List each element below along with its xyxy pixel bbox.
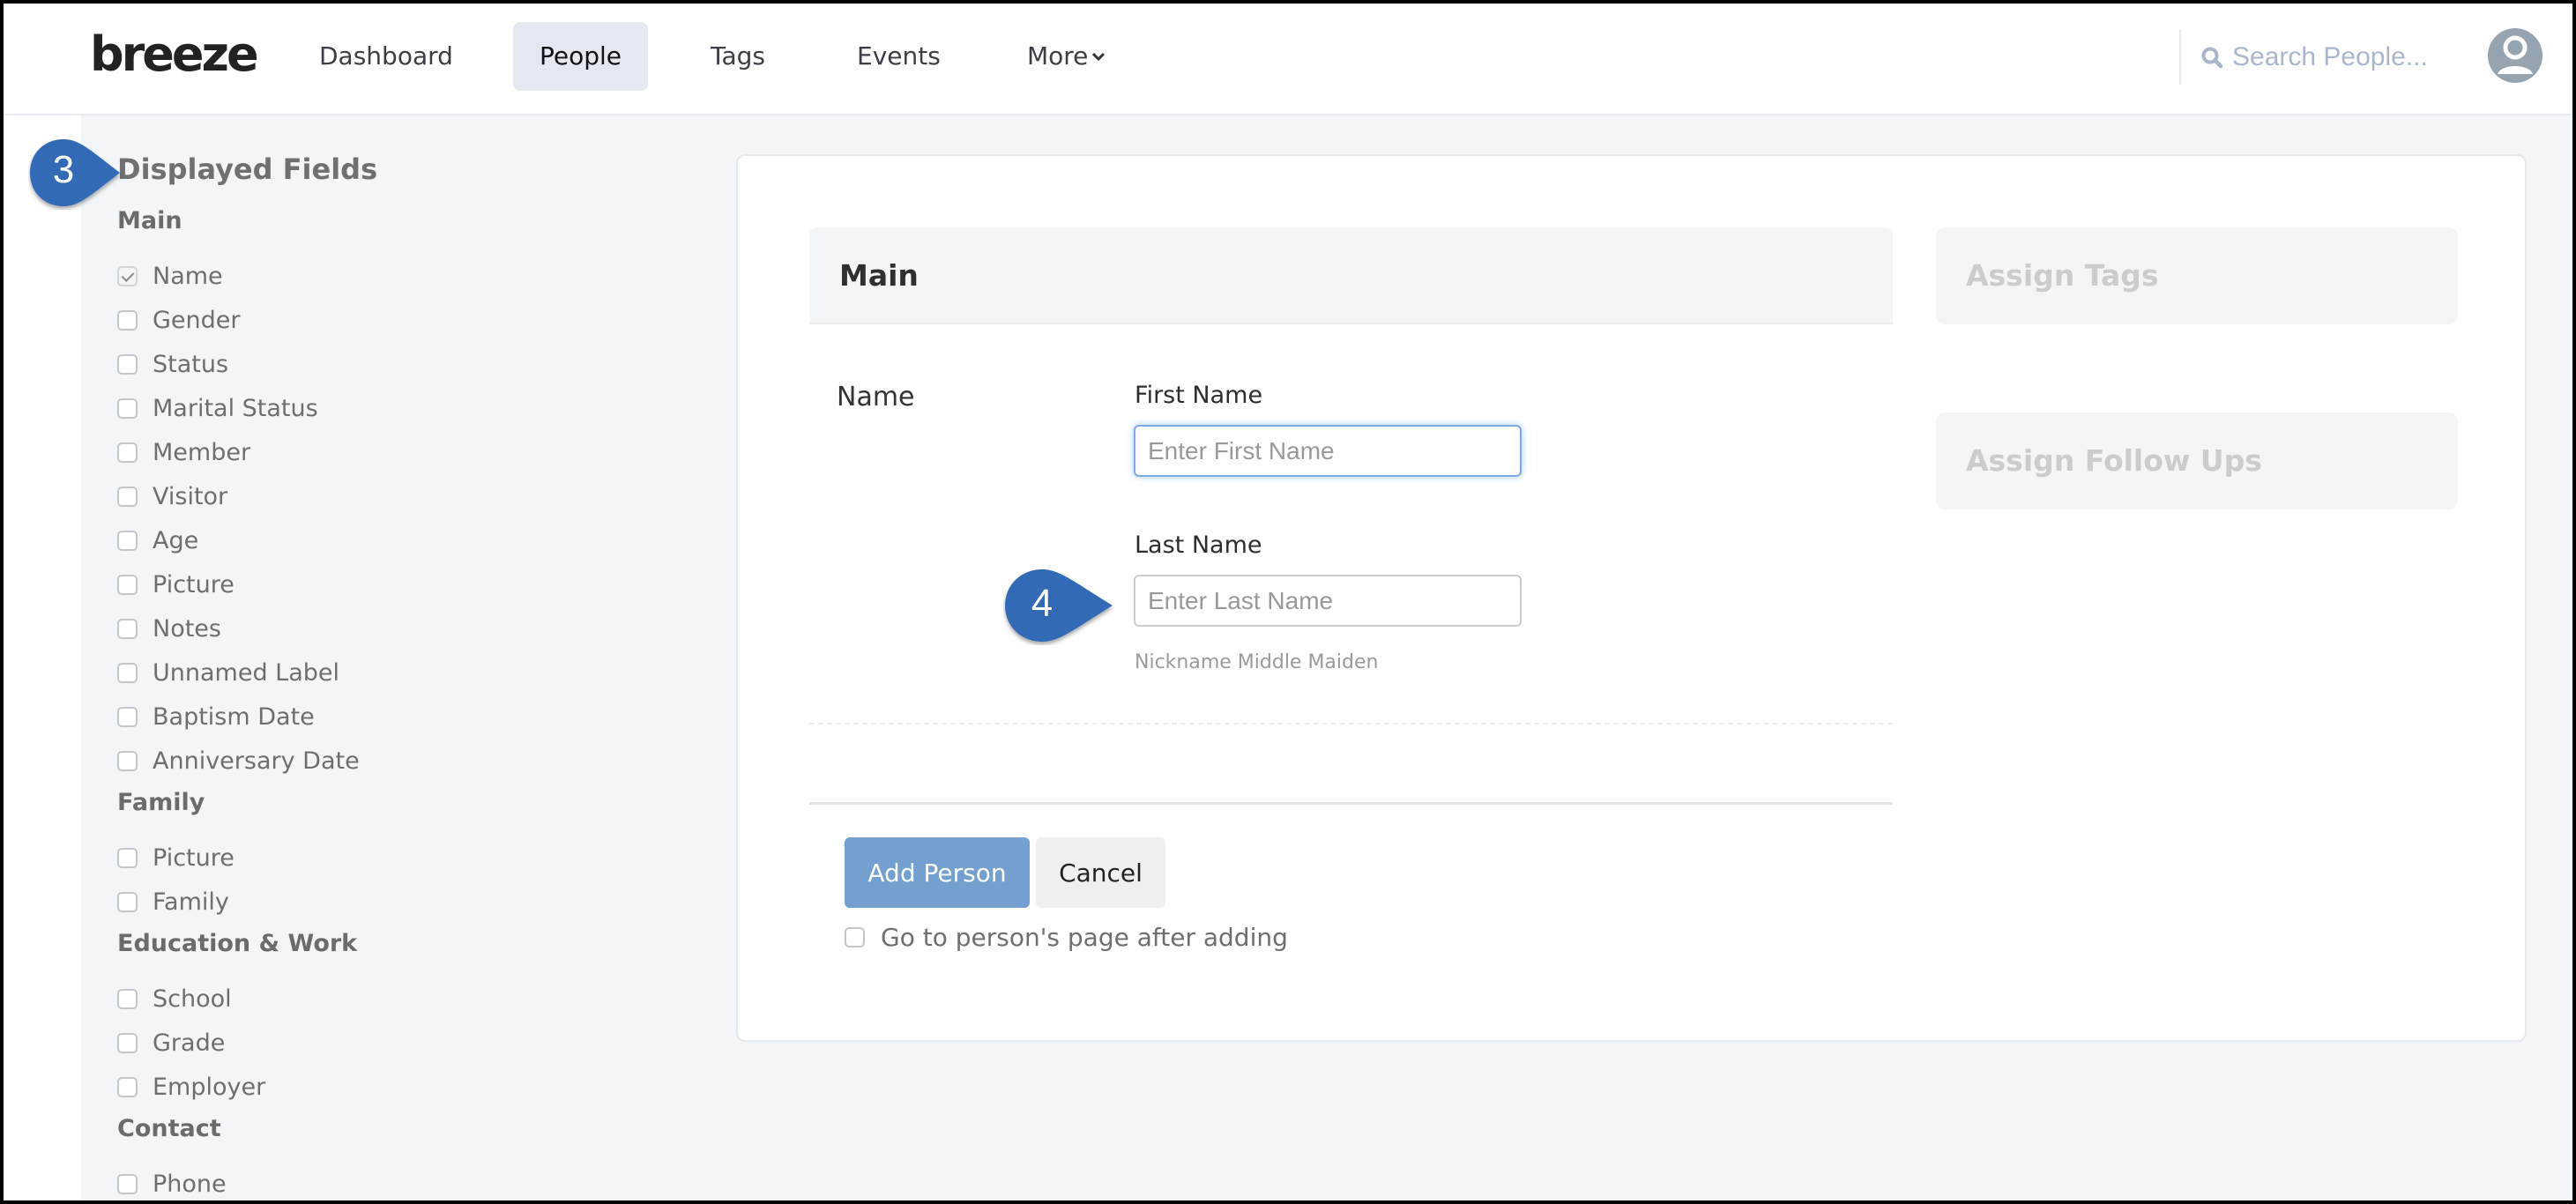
checkbox[interactable] [117,353,138,375]
field-toggle-phone[interactable]: Phone [117,1166,227,1200]
checkbox[interactable] [117,662,138,683]
field-toggle-employer[interactable]: Employer [117,1069,265,1104]
checkbox[interactable] [117,309,138,331]
group-heading-contact: Contact [117,1115,221,1142]
field-toggle-member[interactable]: Member [117,435,250,470]
field-toggle-notes[interactable]: Notes [117,611,221,646]
field-label: School [153,985,232,1013]
field-label: Picture [153,844,235,872]
checkbox[interactable] [117,574,138,595]
go-to-page-checkbox[interactable] [845,927,865,948]
group-heading-family: Family [117,789,205,816]
search-placeholder: Search People... [2232,42,2428,71]
assign-tags-title: Assign Tags [1966,258,2159,293]
nav-events[interactable]: Events [830,22,967,91]
field-toggle-family[interactable]: Family [117,884,229,919]
checkbox[interactable] [117,988,138,1009]
field-toggle-marital-status[interactable]: Marital Status [117,390,318,426]
checkbox-checked[interactable] [117,265,138,286]
search-people[interactable]: Search People... [2200,35,2430,79]
section-header-main: Main [809,227,1893,324]
checkbox[interactable] [117,530,138,551]
field-toggle-status[interactable]: Status [117,346,228,382]
field-label: Anniversary Date [153,747,360,775]
field-label: Visitor [153,482,228,510]
checkbox[interactable] [117,706,138,727]
add-person-button[interactable]: Add Person [845,837,1030,908]
checkbox[interactable] [117,1076,138,1097]
nav-people[interactable]: People [513,22,649,91]
last-name-label: Last Name [1135,531,1262,559]
breeze-logo[interactable]: breeze [90,26,259,82]
go-to-page-option[interactable]: Go to person's page after adding [845,923,1288,952]
checkbox[interactable] [117,750,138,771]
field-label: Employer [153,1073,266,1101]
field-toggle-grade[interactable]: Grade [117,1025,225,1060]
field-toggle-age[interactable]: Age [117,523,198,558]
nav-more-label: More [1027,41,1089,71]
group-heading-education-work: Education & Work [117,930,358,957]
callout-number: 3 [52,148,75,191]
nav-tags[interactable]: Tags [684,22,792,91]
field-toggle-visitor[interactable]: Visitor [117,479,227,514]
displayed-fields-sidebar: Displayed Fields Main Name Gender Status… [81,117,698,1200]
callout-number: 4 [1031,582,1053,625]
checkbox[interactable] [117,1032,138,1053]
checkbox[interactable] [117,398,138,419]
field-label: Grade [153,1029,226,1057]
field-toggle-family-picture[interactable]: Picture [117,840,235,875]
callout-badge-4: 4 [1003,566,1118,645]
field-toggle-gender[interactable]: Gender [117,302,241,338]
last-name-input[interactable] [1134,575,1522,627]
app-window: breeze Dashboard People Tags Events More… [4,4,2572,1200]
checkbox[interactable] [117,1173,138,1194]
top-nav-bar: breeze Dashboard People Tags Events More… [4,4,2572,115]
field-label: Age [153,526,199,554]
field-label: Notes [153,614,221,643]
field-toggle-name[interactable]: Name [117,258,223,294]
checkbox[interactable] [117,486,138,507]
field-label: Phone [153,1170,227,1198]
chevron-down-icon [1091,21,1106,90]
go-to-page-label: Go to person's page after adding [881,923,1288,952]
field-label: Marital Status [153,394,318,422]
name-options-hint[interactable]: Nickname Middle Maiden [1135,651,1378,673]
group-heading-main: Main [117,207,182,234]
field-toggle-school[interactable]: School [117,981,232,1016]
nav-more[interactable]: More [1001,22,1132,91]
field-label: Picture [153,570,235,598]
checkbox[interactable] [117,442,138,463]
checkbox[interactable] [117,891,138,912]
field-label: Name [153,262,223,290]
field-label: Member [153,438,251,466]
field-toggle-picture[interactable]: Picture [117,567,235,602]
first-name-input[interactable] [1134,425,1522,477]
checkbox[interactable] [117,618,138,639]
field-label: Gender [153,306,241,334]
header-divider [2179,30,2181,85]
field-toggle-unnamed-label[interactable]: Unnamed Label [117,655,339,690]
callout-badge-3: 3 [28,136,125,210]
field-toggle-baptism-date[interactable]: Baptism Date [117,699,315,734]
section-title: Main [839,258,919,293]
field-label: Unnamed Label [153,658,340,687]
checkbox[interactable] [117,847,138,868]
search-icon [2201,47,2223,69]
form-divider [809,802,1893,805]
field-toggle-anniversary-date[interactable]: Anniversary Date [117,743,360,778]
nav-dashboard[interactable]: Dashboard [293,22,480,91]
cancel-button[interactable]: Cancel [1036,837,1165,908]
first-name-label: First Name [1135,382,1263,409]
field-label: Baptism Date [153,702,315,731]
assign-follow-ups-title: Assign Follow Ups [1966,443,2262,478]
field-label: Status [153,350,229,378]
assign-tags-card[interactable]: Assign Tags [1936,227,2458,324]
dashed-divider [809,723,1893,725]
name-field-label: Name [837,382,915,412]
assign-follow-ups-card[interactable]: Assign Follow Ups [1936,412,2458,509]
sidebar-title: Displayed Fields [117,152,378,186]
field-label: Family [153,888,229,916]
user-avatar-icon[interactable] [2488,28,2542,83]
